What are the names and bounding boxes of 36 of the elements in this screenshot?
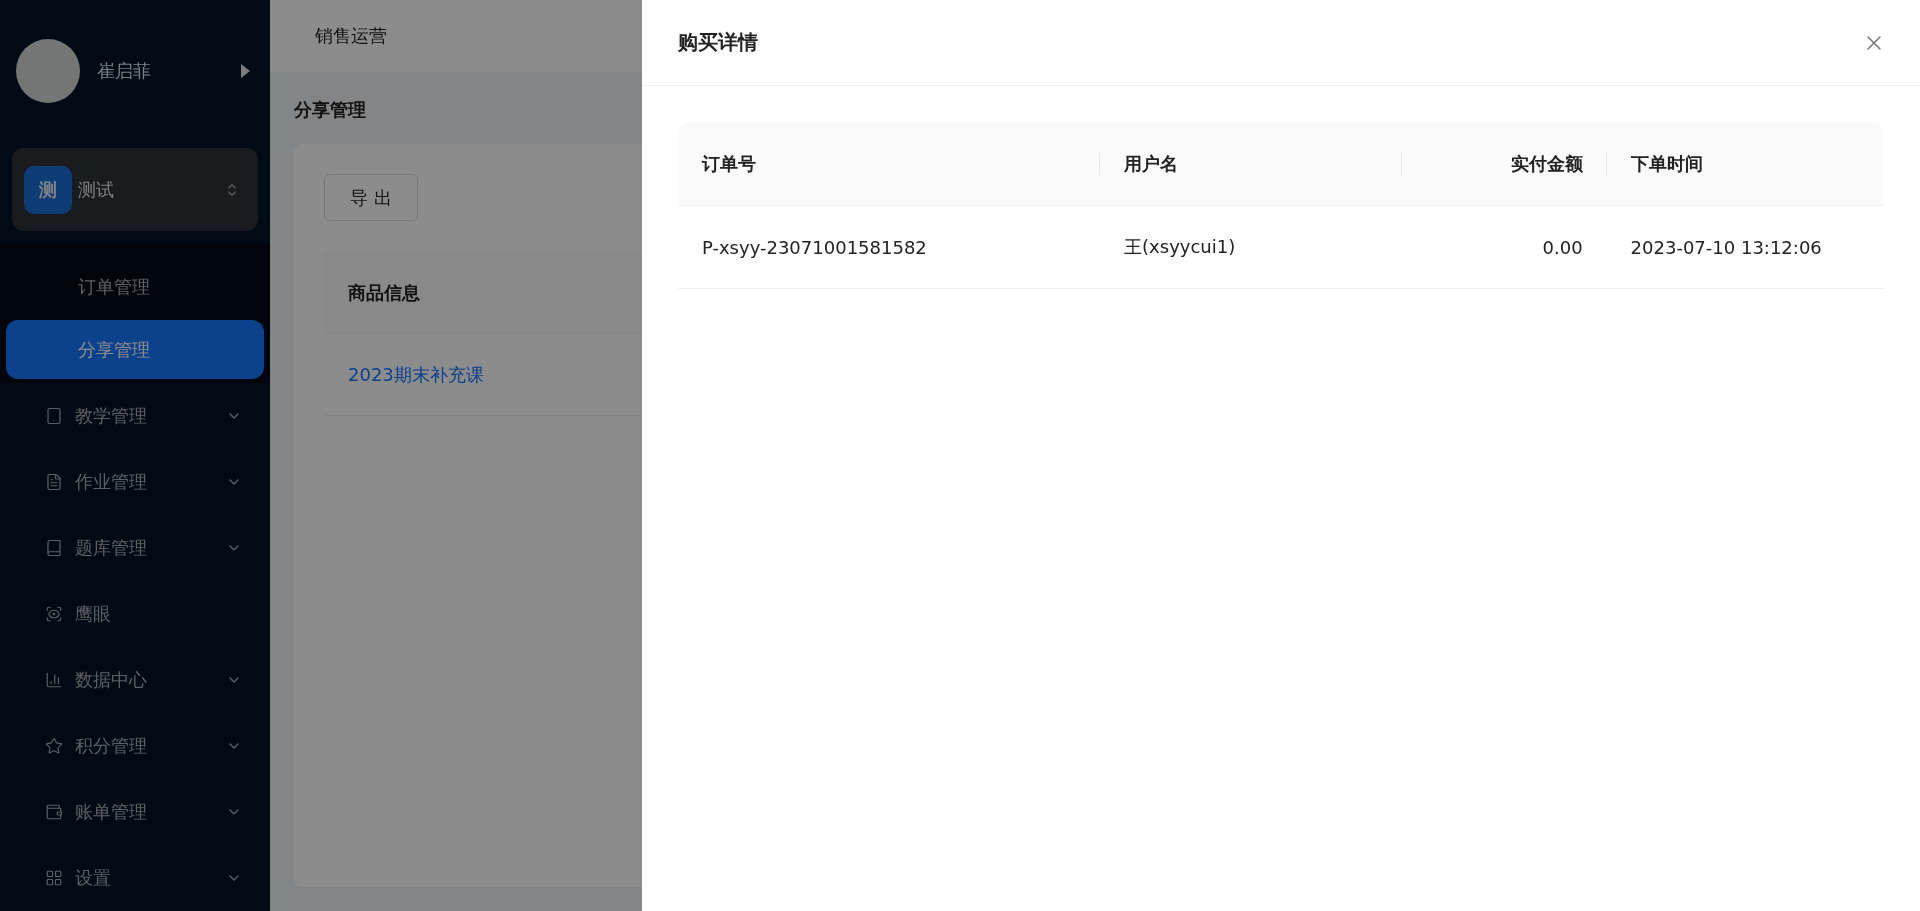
product-link[interactable]: 2023期末补充课 [348, 363, 484, 385]
submenu-item[interactable]: 订单管理 [6, 257, 264, 316]
user-name: 崔启菲 [97, 59, 152, 83]
table-header-cell: 实付金额 [1401, 123, 1607, 206]
table-cell: 王(xsyycui1) [1100, 206, 1402, 289]
tablet-icon [45, 407, 63, 425]
workspace-selector[interactable]: 测 测试 [12, 148, 258, 231]
menu-item[interactable]: 教学管理 [0, 383, 270, 449]
expand-triangle-icon[interactable] [241, 64, 250, 78]
page-title: 分享管理 [294, 98, 367, 122]
workspace-name: 测试 [78, 177, 115, 202]
table-header-cell: 订单号 [678, 123, 1101, 206]
table-cell: P-xsyy-23071001581582 [678, 206, 1101, 289]
menu-item[interactable]: 设置 [0, 845, 270, 911]
table-header-cell: 用户名 [1100, 123, 1402, 206]
menu-item[interactable]: 鹰眼 [0, 581, 270, 647]
bar-chart-icon [45, 671, 63, 689]
menu-item[interactable]: 账单管理 [0, 779, 270, 845]
eye-icon [45, 605, 63, 623]
book-icon [45, 539, 63, 557]
export-button[interactable]: 导 出 [324, 174, 418, 221]
menu-item[interactable]: 积分管理 [0, 713, 270, 779]
drawer-title: 购买详情 [678, 29, 758, 56]
workspace-badge: 测 [24, 165, 72, 214]
star-icon [45, 737, 63, 755]
wallet-icon [45, 803, 63, 821]
table-header-cell: 下单时间 [1606, 123, 1884, 206]
grid-icon [45, 869, 63, 887]
menu-item[interactable]: 题库管理 [0, 515, 270, 581]
submenu-item[interactable]: 分享管理 [6, 320, 264, 379]
top-bar-title[interactable]: 销售运营 [315, 24, 387, 48]
menu-item[interactable]: 作业管理 [0, 449, 270, 515]
table-cell: 2023-07-10 13:12:06 [1606, 206, 1884, 289]
table-cell: 0.00 [1401, 206, 1607, 289]
menu-item[interactable]: 数据中心 [0, 647, 270, 713]
document-icon [45, 473, 63, 491]
